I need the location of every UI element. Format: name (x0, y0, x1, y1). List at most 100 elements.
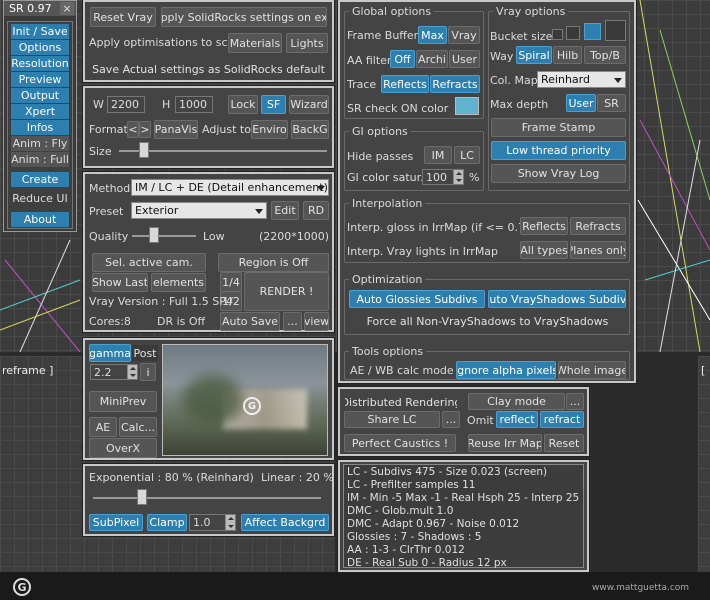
lock-button[interactable]: Lock (228, 95, 258, 114)
sr-item-anim-full[interactable]: Anim : Full (11, 152, 69, 167)
size-slider[interactable] (119, 142, 327, 158)
materials-button[interactable]: Materials (228, 33, 282, 53)
gamma-input[interactable]: 2.2 (90, 364, 138, 380)
format-prev-button[interactable]: < (127, 121, 139, 138)
clamp-button[interactable]: Clamp (147, 514, 187, 531)
reuse-irr-map-button[interactable]: Reuse Irr Map (468, 434, 542, 452)
sr-item-options[interactable]: Options (11, 40, 69, 55)
gamma-button[interactable]: gamma (89, 344, 131, 362)
sr-item-anim-fly[interactable]: Anim : Fly (11, 136, 69, 151)
omit-reflect-button[interactable]: reflect (496, 411, 538, 428)
bucket-size-small[interactable] (566, 26, 580, 40)
miniprev-button[interactable]: MiniPrev (89, 391, 157, 412)
method-select[interactable]: IM / LC + DE (Detail enhancement) (131, 179, 329, 196)
auto-save-options-button[interactable]: ... (283, 312, 302, 331)
all-types-button[interactable]: All types (520, 241, 568, 259)
exposure-slider-thumb[interactable] (137, 489, 147, 505)
frame-buffer-vray-button[interactable]: Vray (448, 26, 480, 44)
reset-vray-button[interactable]: Reset Vray (90, 7, 156, 27)
region-button[interactable]: Region is Off (218, 253, 329, 272)
lights-button[interactable]: Lights (286, 33, 328, 53)
width-input[interactable]: 2200 (107, 96, 145, 113)
sr-item-init-save[interactable]: Init / Save (11, 24, 69, 39)
omit-refract-button[interactable]: refract (540, 411, 584, 428)
share-lc-button[interactable]: Share LC (344, 411, 440, 428)
affect-backgrd-button[interactable]: Affect Backgrd (241, 514, 329, 531)
auto-save-button[interactable]: Auto Save (220, 312, 280, 331)
close-button[interactable]: × (60, 2, 74, 15)
hide-passes-im-button[interactable]: IM (424, 146, 452, 164)
planes-only-button[interactable]: Planes only (570, 241, 626, 259)
render-button[interactable]: RENDER ! (244, 272, 329, 311)
bucket-size-tiny[interactable] (552, 29, 563, 40)
clay-mode-button[interactable]: Clay mode (468, 393, 565, 410)
low-thread-priority-button[interactable]: Low thread priority (491, 141, 626, 160)
ignore-alpha-button[interactable]: Ignore alpha pixels (456, 361, 556, 379)
bucket-size-large[interactable] (605, 20, 626, 41)
sr-item-output[interactable]: Output (11, 88, 69, 103)
perfect-caustics-button[interactable]: Perfect Caustics ! (344, 434, 456, 452)
clamp-input[interactable]: 1.0 (189, 514, 236, 531)
sr-item-infos[interactable]: Infos (11, 120, 69, 135)
wizard-button[interactable]: Wizard (289, 95, 329, 114)
sr-item-preview[interactable]: Preview (11, 72, 69, 87)
interp-reflects-button[interactable]: Reflects (520, 217, 568, 235)
color-map-select[interactable]: Reinhard (537, 71, 626, 88)
whole-image-button[interactable]: Whole image (558, 361, 626, 379)
sr-item-about[interactable]: About (11, 212, 69, 227)
height-input[interactable]: 1000 (175, 96, 213, 113)
hide-passes-lc-button[interactable]: LC (454, 146, 480, 164)
show-vray-log-button[interactable]: Show Vray Log (491, 164, 626, 183)
info-button[interactable]: i (140, 363, 156, 381)
trace-reflects-button[interactable]: Reflects (381, 75, 429, 93)
preset-select[interactable]: Exterior (131, 202, 267, 219)
size-slider-thumb[interactable] (139, 142, 149, 158)
overx-button[interactable]: OverX (89, 438, 157, 458)
save-default-button[interactable]: >> Save Actual settings as SolidRocks de… (87, 59, 330, 79)
enviro-button[interactable]: Enviro (251, 120, 288, 139)
share-lc-options-button[interactable]: ... (442, 411, 460, 428)
view-button[interactable]: view (304, 312, 329, 331)
edit-button[interactable]: Edit (271, 201, 299, 220)
viewport-bottom-right[interactable]: [ (698, 356, 710, 572)
sel-active-cam-button[interactable]: Sel. active cam. (92, 253, 206, 272)
way-hilb-button[interactable]: Hilb (553, 46, 582, 64)
gi-color-satur-input[interactable]: 100 (422, 169, 464, 185)
aa-filter-user-button[interactable]: User (449, 50, 480, 68)
aa-filter-archi-button[interactable]: Archi (416, 50, 448, 68)
backg-button[interactable]: BackG (291, 120, 329, 139)
interp-refracts-button[interactable]: Refracts (570, 217, 626, 235)
ratio-quarter-button[interactable]: 1/4 (220, 272, 242, 292)
max-depth-sr-button[interactable]: SR (597, 94, 626, 112)
sr-item-xpert[interactable]: Xpert (11, 104, 69, 119)
bucket-size-medium[interactable] (584, 23, 601, 40)
force-vrayshadows-button[interactable]: Force all Non-VrayShadows to VrayShadows (349, 312, 626, 331)
elements-button[interactable]: elements (151, 273, 206, 292)
sr-check-color-swatch[interactable] (455, 97, 479, 115)
sr-title-bar[interactable]: SR 0.97 × (4, 1, 76, 16)
sr-item-resolution[interactable]: Resolution (11, 56, 69, 71)
show-last-button[interactable]: Show Last (92, 273, 148, 292)
calc-button[interactable]: Calc... (119, 417, 157, 437)
trace-refracts-button[interactable]: Refracts (430, 75, 480, 93)
way-spiral-button[interactable]: Spiral (516, 46, 552, 64)
reset-button[interactable]: Reset (544, 434, 584, 452)
subpixel-button[interactable]: SubPixel (89, 514, 143, 531)
quality-slider[interactable] (132, 227, 196, 243)
distributed-rendering-button[interactable]: Distributed Rendering (344, 394, 458, 410)
auto-glossies-button[interactable]: Auto Glossies Subdivs (349, 290, 485, 308)
sf-button[interactable]: SF (261, 95, 286, 114)
max-depth-user-button[interactable]: User (566, 94, 596, 112)
frame-stamp-button[interactable]: Frame Stamp (491, 118, 626, 137)
panavis-button[interactable]: PanaVis (154, 120, 198, 139)
aa-filter-off-button[interactable]: Off (390, 50, 415, 68)
clay-options-button[interactable]: ... (566, 393, 584, 410)
auto-vrayshadows-button[interactable]: Auto VrayShadows Subdivs (488, 290, 626, 308)
exposure-slider[interactable] (93, 489, 321, 505)
post-button[interactable]: Post (131, 344, 159, 362)
sr-item-reduce-ui[interactable]: Reduce UI (11, 191, 69, 206)
frame-buffer-max-button[interactable]: Max (418, 26, 447, 44)
apply-settings-button[interactable]: Apply SolidRocks settings on exit (161, 7, 327, 27)
ae-button[interactable]: AE (89, 417, 117, 437)
sr-item-create[interactable]: Create (11, 172, 69, 187)
